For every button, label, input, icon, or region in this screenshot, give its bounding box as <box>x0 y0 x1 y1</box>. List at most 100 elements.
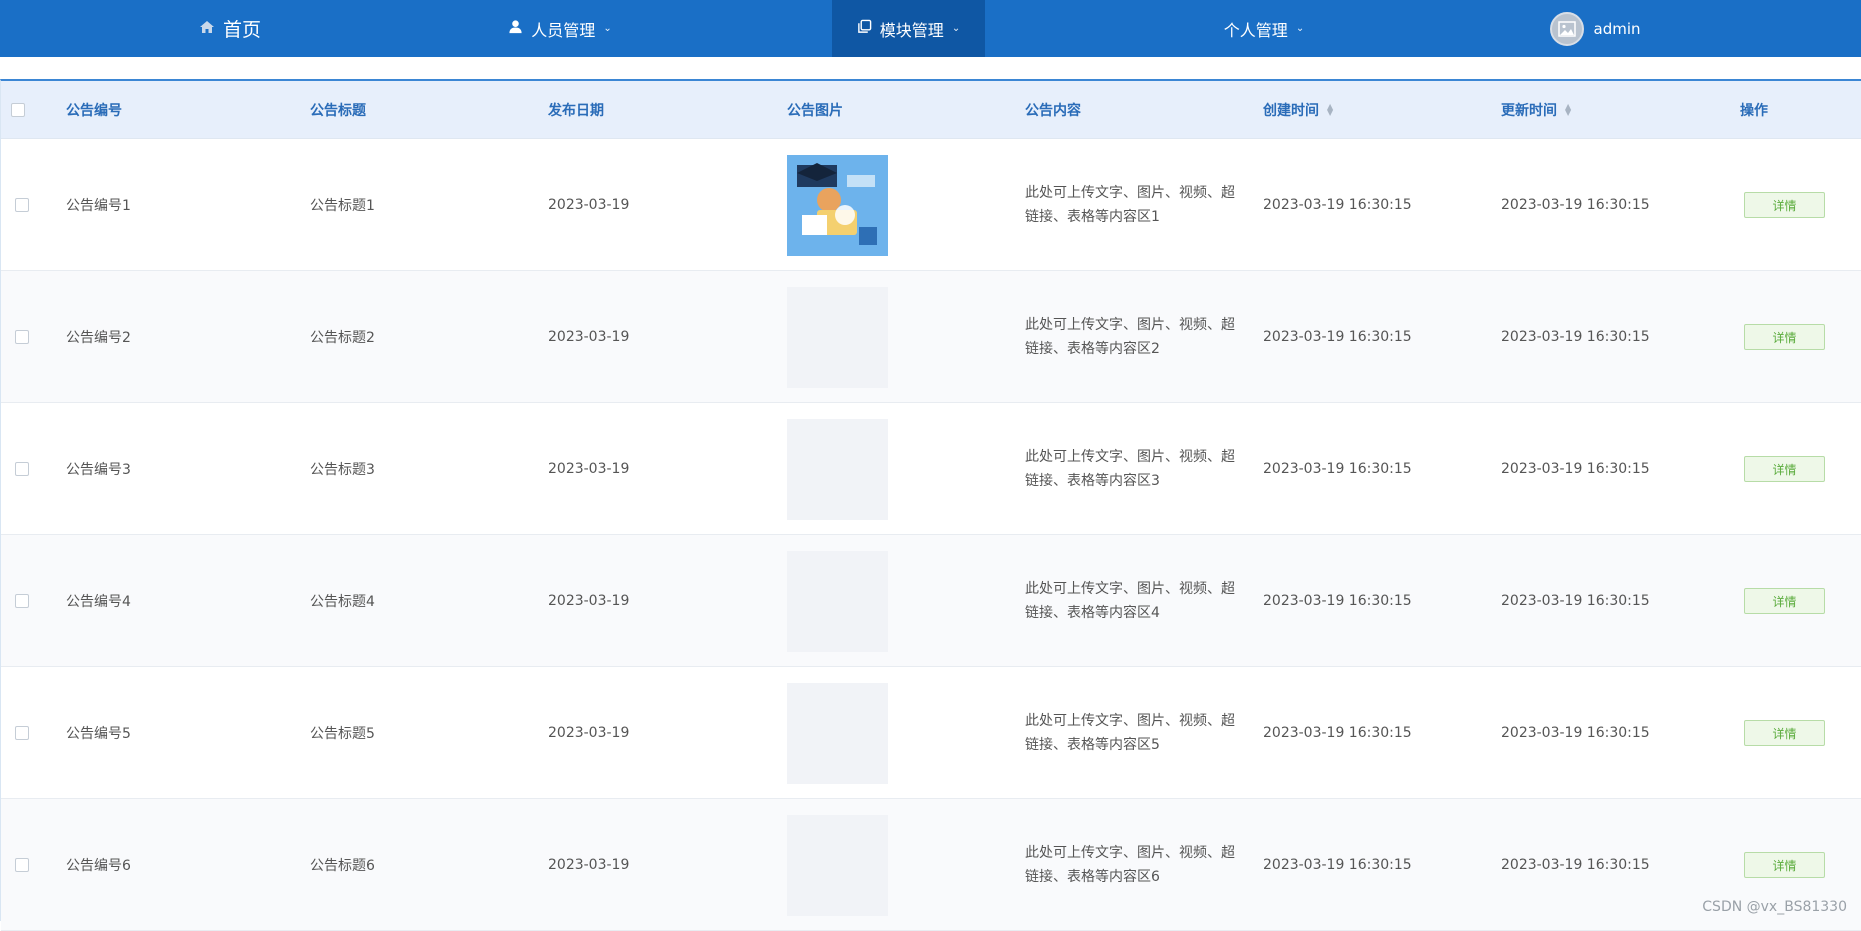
cell-content: 此处可上传文字、图片、视频、超 链接、表格等内容区6 <box>1025 845 1235 885</box>
detail-button[interactable]: 详情 <box>1744 852 1825 878</box>
cell-title: 公告标题1 <box>310 198 375 214</box>
detail-button[interactable]: 详情 <box>1744 456 1825 482</box>
row-checkbox[interactable] <box>15 799 29 931</box>
nav-home-label: 首页 <box>222 19 261 41</box>
announcement-table: 公告编号 公告标题 发布日期 公告图片 公告内容 创建时间 ▲ ▼ 更新时间 ▲ ▼… <box>0 79 1861 931</box>
cell-created-time: 2023-03-19 16:30:15 <box>1263 197 1412 213</box>
cell-actions: 详情 <box>1744 271 1825 403</box>
header-actions: 操作 <box>1740 103 1768 119</box>
cell-updated-time: 2023-03-19 16:30:15 <box>1501 461 1650 477</box>
table-row: 公告编号3 公告标题3 2023-03-19 此处可上传文字、图片、视频、超 链接… <box>1 403 1861 535</box>
nav-module-management[interactable]: 模块管理 ⌄ <box>832 0 985 57</box>
table-row: 公告编号4 公告标题4 2023-03-19 此处可上传文字、图片、视频、超 链接… <box>1 535 1861 667</box>
cell-image <box>787 535 888 667</box>
header-id: 公告编号 <box>66 103 122 119</box>
header-created-label: 创建时间 <box>1263 103 1319 119</box>
cell-created-time: 2023-03-19 16:30:15 <box>1263 857 1412 873</box>
cell-date: 2023-03-19 <box>548 461 630 477</box>
cell-actions: 详情 <box>1744 667 1825 799</box>
cell-content: 此处可上传文字、图片、视频、超 链接、表格等内容区1 <box>1025 185 1235 225</box>
cell-content: 此处可上传文字、图片、视频、超 链接、表格等内容区3 <box>1025 449 1235 489</box>
announcement-image[interactable] <box>787 814 888 916</box>
announcement-image[interactable] <box>787 286 888 388</box>
chevron-down-icon: ⌄ <box>1295 23 1305 34</box>
header-created-time[interactable]: 创建时间 ▲ ▼ <box>1263 81 1333 139</box>
nav-modules-label: 模块管理 <box>879 20 944 40</box>
cell-title: 公告标题5 <box>310 726 375 742</box>
header-title: 公告标题 <box>310 103 366 119</box>
nav-personal-management[interactable]: 个人管理 ⌄ <box>1195 0 1325 57</box>
cell-actions: 详情 <box>1744 139 1825 271</box>
illustration-image <box>787 154 888 256</box>
sort-icon[interactable]: ▲ ▼ <box>1565 103 1571 117</box>
announcement-image[interactable] <box>787 418 888 520</box>
cell-content: 此处可上传文字、图片、视频、超 链接、表格等内容区2 <box>1025 317 1235 357</box>
avatar <box>1549 11 1584 46</box>
row-checkbox[interactable] <box>15 271 29 403</box>
cell-updated-time: 2023-03-19 16:30:15 <box>1501 725 1650 741</box>
header-updated-label: 更新时间 <box>1501 103 1557 119</box>
cell-content: 此处可上传文字、图片、视频、超 链接、表格等内容区4 <box>1025 581 1235 621</box>
cell-title: 公告标题6 <box>310 858 375 874</box>
table-row: 公告编号1 公告标题1 2023-03-19 此处可上传文字、图片、视频、超 链接… <box>1 139 1861 271</box>
cell-id: 公告编号4 <box>66 594 131 610</box>
cell-image <box>787 403 888 535</box>
cell-date: 2023-03-19 <box>548 197 630 213</box>
row-checkbox[interactable] <box>15 403 29 535</box>
nav-personnel-management[interactable]: 人员管理 ⌄ <box>495 0 625 57</box>
row-checkbox[interactable] <box>15 535 29 667</box>
cell-image <box>787 799 888 931</box>
user-icon <box>508 19 523 38</box>
username: admin <box>1593 19 1641 38</box>
user-menu[interactable]: admin <box>1540 0 1650 57</box>
cell-id: 公告编号6 <box>66 858 131 874</box>
cell-updated-time: 2023-03-19 16:30:15 <box>1501 857 1650 873</box>
table-header: 公告编号 公告标题 发布日期 公告图片 公告内容 创建时间 ▲ ▼ 更新时间 ▲ ▼… <box>1 81 1861 139</box>
cell-created-time: 2023-03-19 16:30:15 <box>1263 461 1412 477</box>
chevron-down-icon: ⌄ <box>951 23 961 34</box>
cell-image <box>787 271 888 403</box>
announcement-image[interactable] <box>787 154 888 256</box>
row-checkbox[interactable] <box>15 667 29 799</box>
copy-icon <box>857 19 872 38</box>
cell-content: 此处可上传文字、图片、视频、超 链接、表格等内容区5 <box>1025 713 1235 753</box>
cell-updated-time: 2023-03-19 16:30:15 <box>1501 197 1650 213</box>
cell-id: 公告编号2 <box>66 330 131 346</box>
cell-date: 2023-03-19 <box>548 329 630 345</box>
cell-updated-time: 2023-03-19 16:30:15 <box>1501 593 1650 609</box>
cell-actions: 详情 <box>1744 403 1825 535</box>
cell-title: 公告标题3 <box>310 462 375 478</box>
detail-button[interactable]: 详情 <box>1744 324 1825 350</box>
chevron-down-icon: ⌄ <box>603 23 612 34</box>
cell-id: 公告编号3 <box>66 462 131 478</box>
cell-id: 公告编号1 <box>66 198 131 214</box>
announcement-image[interactable] <box>787 550 888 652</box>
home-icon <box>199 19 215 39</box>
select-all-checkbox[interactable] <box>11 81 25 139</box>
row-checkbox[interactable] <box>15 139 29 271</box>
table-row: 公告编号6 公告标题6 2023-03-19 此处可上传文字、图片、视频、超 链接… <box>1 799 1861 931</box>
header-updated-time[interactable]: 更新时间 ▲ ▼ <box>1501 81 1571 139</box>
image-icon <box>1557 20 1576 37</box>
cell-date: 2023-03-19 <box>548 593 630 609</box>
cell-updated-time: 2023-03-19 16:30:15 <box>1501 329 1650 345</box>
nav-personnel-label: 人员管理 <box>531 20 596 40</box>
cell-date: 2023-03-19 <box>548 725 630 741</box>
detail-button[interactable]: 详情 <box>1744 588 1825 614</box>
cell-created-time: 2023-03-19 16:30:15 <box>1263 593 1412 609</box>
watermark: CSDN @vx_BS81330 <box>1702 899 1847 915</box>
nav-home[interactable]: 首页 <box>190 0 270 57</box>
announcement-image[interactable] <box>787 682 888 784</box>
cell-actions: 详情 <box>1744 535 1825 667</box>
sort-icon[interactable]: ▲ ▼ <box>1327 103 1333 117</box>
cell-id: 公告编号5 <box>66 726 131 742</box>
cell-image <box>787 667 888 799</box>
detail-button[interactable]: 详情 <box>1744 720 1825 746</box>
detail-button[interactable]: 详情 <box>1744 192 1825 218</box>
cell-image <box>787 139 888 271</box>
cell-created-time: 2023-03-19 16:30:15 <box>1263 329 1412 345</box>
cell-title: 公告标题4 <box>310 594 375 610</box>
header-image: 公告图片 <box>787 103 843 119</box>
header-date: 发布日期 <box>548 103 604 119</box>
cell-created-time: 2023-03-19 16:30:15 <box>1263 725 1412 741</box>
